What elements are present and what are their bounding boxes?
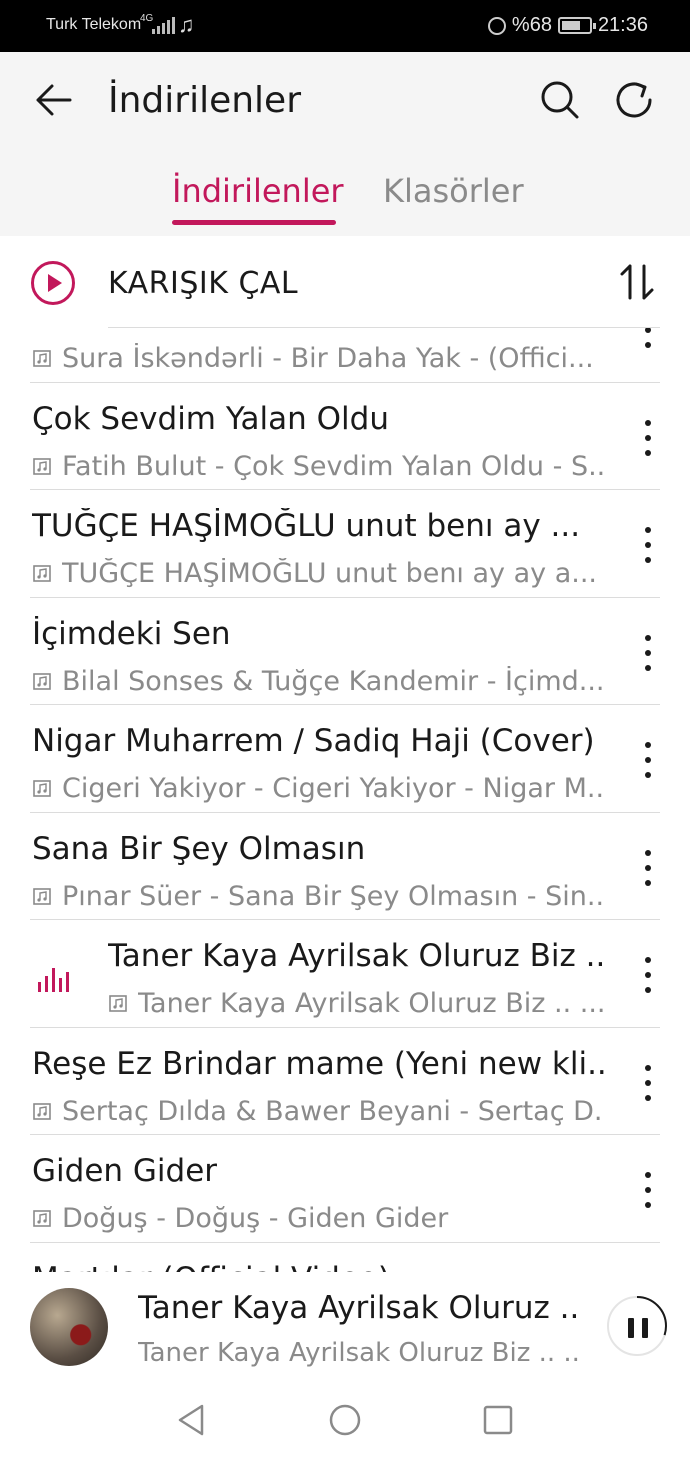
refresh-icon [616,82,652,118]
song-subtitle: TUĞÇE HAŞİMOĞLU unut benı ay ay a... [62,558,598,589]
song-title: Martılar (Official Video) [32,1261,604,1273]
song-row[interactable]: Sura İskəndərli - Bir Daha Yak - (Offici… [0,328,690,383]
song-title: Çok Sevdim Yalan Oldu [32,400,389,437]
battery-icon [557,17,596,34]
search-button[interactable] [536,76,584,124]
system-nav-bar [0,1384,690,1457]
song-subtitle: Bilal Sonses & Tuğçe Kandemir - İçimd... [62,665,604,697]
music-file-icon [33,672,51,690]
more-vert-icon [636,634,660,678]
song-title: Taner Kaya Ayrilsak Oluruz Biz ... [108,938,604,974]
song-row[interactable]: Giden Gider Doğuş - Doğuş - Giden Gider [0,1135,690,1243]
more-options-button[interactable] [636,1062,660,1104]
clock: 21:36 [597,14,648,36]
music-note-icon: ♫ [178,12,195,37]
pause-button[interactable] [607,1296,667,1356]
sort-icon [620,264,654,300]
more-vert-icon [636,849,660,893]
more-options-button[interactable] [636,1169,660,1211]
more-vert-icon [636,419,660,463]
song-subtitle: Pınar Süer - Sana Bir Şey Olmasın - Sin.… [62,880,604,912]
more-options-button[interactable] [636,847,660,889]
music-file-icon [33,780,51,797]
more-vert-icon [636,957,660,1000]
shuffle-play-row[interactable]: KARIŞIK ÇAL [0,236,690,328]
more-vert-icon [636,742,660,785]
nav-home-icon[interactable] [325,1400,365,1440]
more-options-button[interactable] [636,739,660,781]
song-title: Nigar Muharrem / Sadiq Haji (Cover) [32,723,595,759]
music-file-icon [33,350,51,367]
more-vert-icon [636,328,660,355]
active-tab-indicator [172,220,336,225]
music-file-icon [33,565,51,582]
song-subtitle: Fatih Bulut - Çok Sevdim Yalan Oldu - S.… [62,450,604,482]
play-circle-icon [31,261,75,305]
song-title: İçimdeki Sen [32,615,231,652]
more-options-button[interactable] [636,328,660,351]
more-vert-icon [636,1172,660,1215]
song-subtitle: Sura İskəndərli - Bir Daha Yak - (Offici… [62,343,594,374]
search-icon [541,81,579,119]
more-vert-icon [636,527,660,570]
refresh-button[interactable] [612,76,660,124]
tab-folders[interactable]: Klasörler [383,172,524,210]
nav-back-icon[interactable] [172,1400,212,1440]
back-button[interactable] [30,76,78,124]
battery-percent: %68 [511,14,552,36]
song-subtitle: Doğuş - Doğuş - Giden Gider [62,1203,449,1234]
song-row[interactable]: Sana Bir Şey Olmasın Pınar Süer - Sana Bi… [0,813,690,920]
more-options-button[interactable] [636,524,660,566]
song-row[interactable]: Martılar (Official Video) [0,1243,690,1273]
more-options-button[interactable] [636,417,660,459]
song-row[interactable]: Nigar Muharrem / Sadiq Haji (Cover) Ciger… [0,705,690,813]
music-file-icon [109,995,127,1012]
arrow-left-icon [36,84,72,116]
song-subtitle: Sertaç Dılda & Bawer Beyani - Sertaç D..… [62,1095,604,1127]
music-file-icon [33,887,51,905]
now-playing-subtitle: Taner Kaya Ayrilsak Oluruz Biz .. ... [138,1338,578,1368]
tab-downloads[interactable]: İndirilenler [172,172,344,210]
tab-bar: İndirilenler Klasörler [0,162,690,236]
mini-player[interactable]: Taner Kaya Ayrilsak Oluruz ... Taner Kay… [0,1272,690,1384]
song-row[interactable]: Reşe Ez Brindar mame (Yeni new kli... Ser… [0,1028,690,1135]
song-title: Sana Bir Şey Olmasın [32,830,366,867]
more-options-button[interactable] [636,632,660,674]
song-title: TUĞÇE HAŞİMOĞLU unut benı ay ... [32,508,581,544]
song-title: Reşe Ez Brindar mame (Yeni new kli... [32,1045,604,1082]
more-options-button[interactable] [636,954,660,996]
status-bar: Turk Telekom 4G ♫ %68 21:36 [0,0,690,52]
song-row[interactable]: Çok Sevdim Yalan Oldu Fatih Bulut - Çok S… [0,383,690,490]
song-subtitle: Taner Kaya Ayrilsak Oluruz Biz .. ... [138,988,604,1019]
song-row[interactable]: İçimdeki Sen Bilal Sonses & Tuğçe Kandemi… [0,598,690,705]
song-title: Giden Gider [32,1153,218,1189]
shuffle-play-label: KARIŞIK ÇAL [108,266,299,301]
app-header: İndirilenler İndirilenler Klasörler [0,52,690,236]
page-title: İndirilenler [108,80,302,121]
song-row[interactable]: TUĞÇE HAŞİMOĞLU unut benı ay ... TUĞÇE HA… [0,490,690,598]
signal-icon [152,17,175,34]
music-file-icon [33,457,51,475]
song-list[interactable]: Sura İskəndərli - Bir Daha Yak - (Offici… [0,328,690,1272]
pause-icon [628,1318,648,1338]
music-file-icon [33,1210,51,1227]
music-file-icon [33,1102,51,1120]
alarm-icon [487,16,506,35]
now-playing-equalizer-icon [36,962,70,992]
now-playing-title: Taner Kaya Ayrilsak Oluruz ... [138,1290,578,1326]
more-vert-icon [636,1064,660,1108]
album-art[interactable] [30,1288,108,1366]
sort-button[interactable] [616,260,660,304]
carrier-name: Turk Telekom [46,16,142,33]
song-row[interactable]: Taner Kaya Ayrilsak Oluruz Biz ... Taner … [0,920,690,1028]
song-subtitle: Cigeri Yakiyor - Cigeri Yakiyor - Nigar … [62,773,604,804]
nav-recents-icon[interactable] [478,1400,518,1440]
